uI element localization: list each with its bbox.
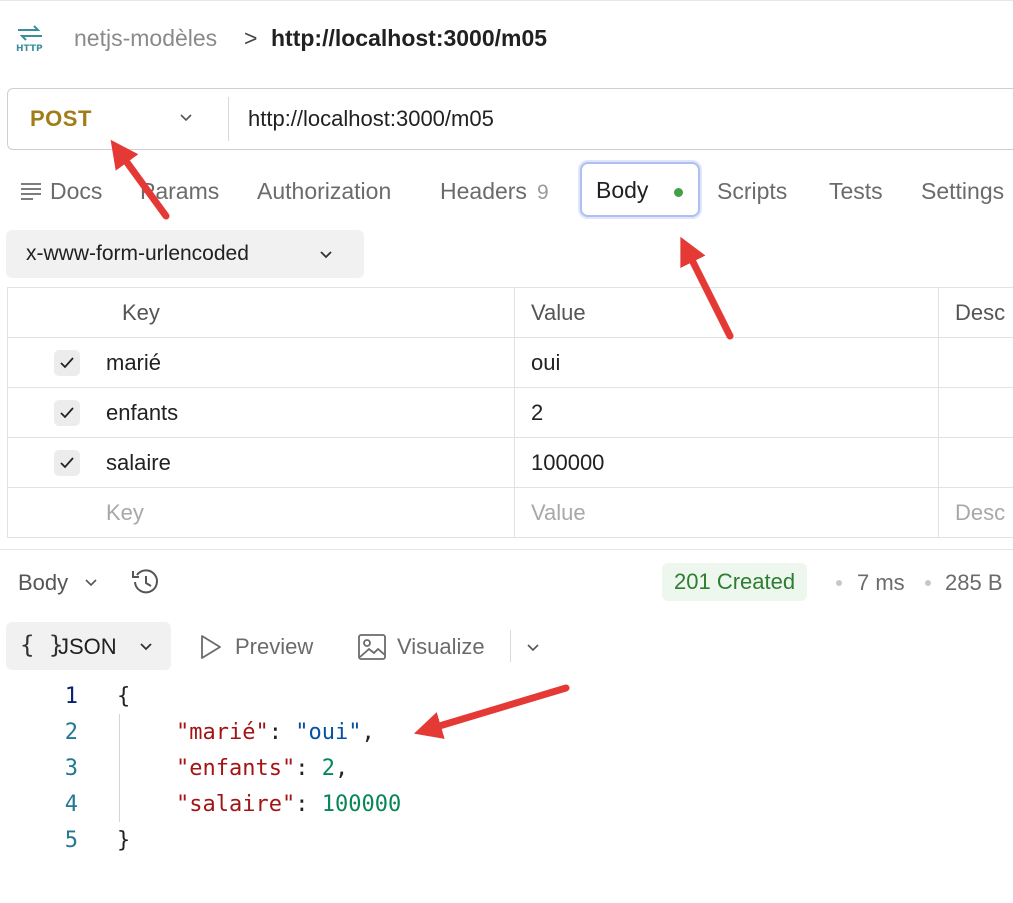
headers-count-badge: 9 [536,181,549,204]
json-key: "marié" [176,720,269,745]
format-dropdown[interactable]: { } JSON [6,622,171,670]
image-icon[interactable] [357,633,387,661]
tab-settings[interactable]: Settings [921,178,1004,205]
json-key: "salaire" [176,792,296,817]
column-header-key: Key [7,287,515,338]
new-value-input[interactable]: Value [514,487,939,538]
history-icon[interactable] [130,566,162,598]
body-active-indicator [674,188,683,197]
chevron-down-icon[interactable] [525,639,541,655]
chevron-down-icon[interactable] [178,109,194,125]
http-request-icon: HTTP [16,25,43,53]
table-row: marié oui [7,337,1013,388]
method-selector[interactable]: POST [30,106,92,132]
status-badge[interactable]: 201 Created [662,563,808,601]
tab-authorization[interactable]: Authorization [257,178,391,205]
response-body-dropdown[interactable]: Body [18,570,68,596]
column-header-value: Value [514,287,939,338]
tab-body[interactable]: Body [580,162,700,217]
body-type-label: x-www-form-urlencoded [26,242,249,265]
code-line: 2 "marié": "oui", [0,716,1013,752]
check-icon [60,356,74,368]
request-tabs: Docs Params Authorization Headers 9 Body … [0,160,1013,220]
visualize-button[interactable]: Visualize [397,634,485,660]
param-key: salaire [106,449,171,475]
tab-headers[interactable]: Headers 9 [440,178,549,205]
param-value[interactable]: oui [514,337,939,388]
body-type-dropdown[interactable]: x-www-form-urlencoded [6,230,364,278]
param-value[interactable]: 2 [514,387,939,438]
param-key-cell[interactable]: enfants [7,387,515,438]
meta-separator [925,580,931,586]
tab-scripts[interactable]: Scripts [717,178,787,205]
json-number-value: 2 [321,756,335,781]
param-key: marié [106,349,162,375]
param-key-cell[interactable]: marié [7,337,515,388]
param-key-cell[interactable]: salaire [7,437,515,488]
code-close-brace: } [117,828,131,853]
play-icon[interactable] [198,633,224,661]
line-number: 4 [64,792,78,817]
check-icon [60,456,74,468]
url-divider [228,97,229,141]
form-params-table: Key Value Desc marié oui enfants 2 salai… [7,287,1013,538]
code-line: 4 "salaire": 100000 [0,788,1013,824]
column-header-description: Desc [938,287,1013,338]
param-description[interactable] [938,437,1013,488]
breadcrumb-separator: > [244,25,258,51]
tab-headers-label: Headers [440,178,527,204]
check-icon [60,406,74,418]
code-line: 5 } [0,824,1013,860]
tab-body-label: Body [596,177,649,203]
breadcrumb-bar: HTTP netjs-modèles > http://localhost:30… [0,0,1013,78]
row-checkbox[interactable] [54,449,80,476]
param-value[interactable]: 100000 [514,437,939,488]
line-number: 5 [64,828,78,853]
url-input[interactable]: http://localhost:3000/m05 [248,106,494,132]
param-description[interactable] [938,337,1013,388]
meta-separator [836,580,842,586]
code-line: 1 { [0,680,1013,716]
breadcrumb-collection[interactable]: netjs-modèles [74,25,217,52]
tab-params[interactable]: Params [140,178,219,205]
url-bar: POST http://localhost:3000/m05 [7,88,1013,150]
table-row: salaire 100000 [7,437,1013,488]
row-checkbox[interactable] [54,349,80,376]
indent-guide [119,714,120,822]
row-checkbox[interactable] [54,399,80,426]
view-separator [510,630,511,662]
new-key-input[interactable]: Key [7,487,515,538]
line-number: 1 [64,684,78,709]
docs-icon [21,183,41,200]
response-view-bar: { } JSON Preview Visualize [0,622,1013,672]
line-number: 3 [64,756,78,781]
json-braces-icon: { } [20,631,64,659]
breadcrumb-request-name[interactable]: http://localhost:3000/m05 [271,25,547,52]
tab-docs[interactable]: Docs [50,178,102,205]
chevron-down-icon [140,643,152,651]
param-key: enfants [106,399,179,425]
table-row: enfants 2 [7,387,1013,438]
line-number: 2 [64,720,78,745]
code-line: 3 "enfants": 2, [0,752,1013,788]
response-code-viewer[interactable]: 1 { 2 "marié": "oui", 3 "enfants": 2, 4 … [0,680,1013,860]
chevron-down-icon[interactable] [84,575,98,589]
json-string-value: "oui" [295,720,362,745]
format-label: JSON [58,634,117,659]
table-row-empty: Key Value Desc [7,487,1013,538]
new-description-input[interactable]: Desc [938,487,1013,538]
response-time[interactable]: 7 ms [857,570,905,596]
json-number-value: 100000 [321,792,402,817]
svg-text:HTTP: HTTP [16,44,43,53]
response-divider [0,549,1013,550]
tab-tests[interactable]: Tests [829,178,883,205]
code-open-brace: { [117,684,131,709]
table-header-row: Key Value Desc [7,287,1013,338]
response-size[interactable]: 285 B [945,570,1003,596]
param-description[interactable] [938,387,1013,438]
chevron-down-icon [320,251,332,259]
response-header: Body 201 Created 7 ms 285 B [0,556,1013,610]
preview-button[interactable]: Preview [235,634,313,660]
json-key: "enfants" [176,756,296,781]
